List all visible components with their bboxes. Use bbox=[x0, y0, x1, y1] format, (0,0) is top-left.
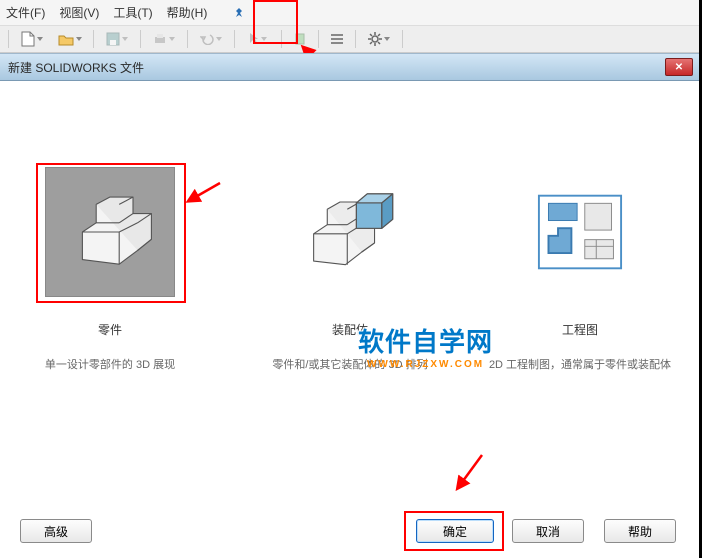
option-part[interactable]: 零件 单一设计零部件的 3D 展现 bbox=[10, 167, 210, 372]
toolbar bbox=[0, 25, 699, 53]
annotation-arrow-ok bbox=[452, 449, 492, 491]
rebuild-button[interactable] bbox=[288, 28, 312, 50]
watermark-cn: 软件自学网 bbox=[358, 322, 493, 359]
watermark-en: WWW.RJZXW.COM bbox=[358, 359, 493, 370]
new-file-button[interactable] bbox=[15, 28, 49, 50]
options-list-button[interactable] bbox=[325, 28, 349, 50]
menu-bar: 文件(F) 视图(V) 工具(T) 帮助(H) bbox=[0, 0, 699, 25]
print-button[interactable] bbox=[147, 28, 181, 50]
menu-help[interactable]: 帮助(H) bbox=[167, 4, 208, 21]
cancel-button[interactable]: 取消 bbox=[512, 519, 584, 543]
ok-button[interactable]: 确定 bbox=[416, 519, 494, 543]
menu-view[interactable]: 视图(V) bbox=[59, 4, 99, 21]
option-drawing[interactable]: 工程图 2D 工程制图，通常属于零件或装配体 bbox=[480, 167, 680, 372]
menu-tools[interactable]: 工具(T) bbox=[113, 4, 152, 21]
undo-button[interactable] bbox=[194, 28, 228, 50]
dialog-title: 新建 SOLIDWORKS 文件 bbox=[8, 59, 144, 76]
option-drawing-title: 工程图 bbox=[480, 321, 680, 338]
dialog-titlebar: 新建 SOLIDWORKS 文件 bbox=[0, 53, 699, 81]
close-button[interactable] bbox=[665, 58, 693, 76]
part-thumb bbox=[45, 167, 175, 297]
pin-icon[interactable] bbox=[227, 2, 251, 24]
open-file-button[interactable] bbox=[53, 28, 87, 50]
dialog-footer: 高级 确定 取消 帮助 bbox=[0, 508, 699, 558]
select-button[interactable] bbox=[241, 28, 275, 50]
save-button[interactable] bbox=[100, 28, 134, 50]
assembly-thumb bbox=[285, 167, 415, 297]
drawing-thumb bbox=[515, 167, 645, 297]
menu-file[interactable]: 文件(F) bbox=[6, 4, 45, 21]
settings-button[interactable] bbox=[362, 28, 396, 50]
dialog-content: 零件 单一设计零部件的 3D 展现 装配体 bbox=[0, 81, 699, 501]
option-part-desc: 单一设计零部件的 3D 展现 bbox=[10, 356, 210, 372]
option-drawing-desc: 2D 工程制图，通常属于零件或装配体 bbox=[480, 356, 680, 372]
watermark: 软件自学网 WWW.RJZXW.COM bbox=[358, 322, 493, 370]
option-part-title: 零件 bbox=[10, 321, 210, 338]
advanced-button[interactable]: 高级 bbox=[20, 519, 92, 543]
help-button[interactable]: 帮助 bbox=[604, 519, 676, 543]
